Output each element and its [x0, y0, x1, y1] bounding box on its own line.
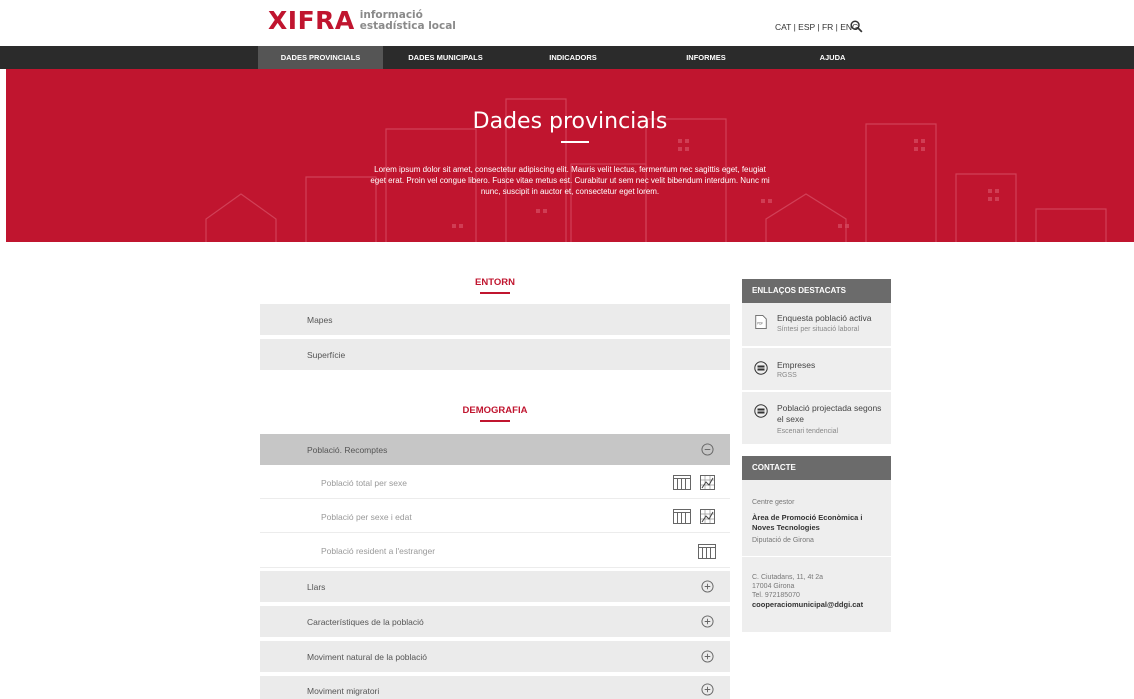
row-label: Mapes: [307, 315, 333, 325]
contact-email[interactable]: cooperaciomunicipal@ddgi.cat: [752, 600, 887, 610]
table-icon[interactable]: [698, 544, 716, 559]
lang-fr[interactable]: FR: [822, 22, 833, 32]
nav-ajuda[interactable]: AJUDA: [774, 46, 891, 69]
table-icon[interactable]: [673, 475, 691, 490]
row-moviment-natural[interactable]: Moviment natural de la població: [260, 641, 730, 672]
link-subtitle: Escenari tendencial: [777, 428, 839, 435]
table-icon[interactable]: [673, 509, 691, 524]
lang-cat[interactable]: CAT: [775, 22, 791, 32]
expand-icon[interactable]: [701, 580, 714, 593]
link-title: Enquesta població activa: [777, 313, 872, 323]
expand-icon[interactable]: [701, 683, 714, 696]
title-underline: [561, 141, 589, 143]
nav-informes[interactable]: INFORMES: [638, 46, 774, 69]
database-icon: [754, 404, 768, 418]
row-label: Població. Recomptes: [307, 445, 388, 455]
hero-banner: Dades provincials Lorem ipsum dolor sit …: [6, 69, 1134, 242]
row-caracteristiques-poblacio[interactable]: Característiques de la població: [260, 606, 730, 637]
page-title: Dades provincials: [472, 109, 668, 134]
section-title-entorn: ENTORN: [475, 277, 515, 288]
svg-text:PDF: PDF: [757, 322, 763, 326]
lang-esp[interactable]: ESP: [798, 22, 815, 32]
subrow-label: Població resident a l'estranger: [321, 546, 436, 556]
row-llars[interactable]: Llars: [260, 571, 730, 602]
chart-icon[interactable]: [700, 475, 715, 490]
row-mapes[interactable]: Mapes: [260, 304, 730, 335]
sidebar-link-poblacio-projectada[interactable]: Població projectada segons el sexe Escen…: [742, 392, 891, 445]
logo-word: XIFRA: [268, 6, 355, 35]
row-label: Superfície: [307, 350, 346, 360]
nav-indicadors[interactable]: INDICADORS: [508, 46, 638, 69]
sidebar-link-enquesta[interactable]: PDF Enquesta població activa Síntesi per…: [742, 303, 891, 347]
section-underline: [480, 292, 510, 294]
sidebar-contact-title: CONTACTE: [742, 456, 891, 480]
subrow-poblacio-resident-estranger[interactable]: Població resident a l'estranger: [260, 534, 730, 568]
expand-icon[interactable]: [701, 615, 714, 628]
link-subtitle: RGSS: [777, 372, 797, 379]
search-icon[interactable]: [850, 20, 863, 33]
row-label: Moviment natural de la població: [307, 652, 428, 662]
contact-parent: Diputació de Girona: [752, 537, 814, 544]
subrow-label: Població per sexe i edat: [321, 512, 412, 522]
link-subtitle: Síntesi per situació laboral: [777, 326, 860, 333]
section-underline: [480, 420, 510, 422]
main-nav: DADES PROVINCIALS DADES MUNICIPALS INDIC…: [0, 46, 1134, 69]
contact-address-2: 17004 Girona: [752, 583, 795, 590]
logo-sub-2: estadística local: [359, 20, 456, 32]
subrow-label: Població total per sexe: [321, 478, 407, 488]
collapse-icon[interactable]: [701, 443, 714, 456]
row-moviment-migratori[interactable]: Moviment migratori: [260, 676, 730, 699]
link-title: Població projectada segons el sexe: [777, 403, 882, 424]
logo-subtitle: informació estadística local: [360, 10, 456, 32]
nav-dades-provincials[interactable]: DADES PROVINCIALS: [258, 46, 383, 69]
row-label: Llars: [307, 582, 326, 592]
buildings-illustration: [205, 98, 1107, 242]
link-title: Empreses: [777, 360, 816, 370]
expand-icon[interactable]: [701, 650, 714, 663]
row-superficie[interactable]: Superfície: [260, 339, 730, 370]
language-switcher: CAT | ESP | FR | ENG: [775, 22, 859, 32]
logo[interactable]: XIFRA informació estadística local: [268, 8, 456, 34]
row-label: Moviment migratori: [307, 686, 380, 696]
row-label: Característiques de la població: [307, 617, 424, 627]
contact-address-1: C. Ciutadans, 11, 4t 2a: [752, 574, 824, 581]
nav-dades-municipals[interactable]: DADES MUNICIPALS: [383, 46, 508, 69]
top-header: XIFRA informació estadística local CAT |…: [0, 0, 1134, 46]
chart-icon[interactable]: [700, 509, 715, 524]
row-poblacio-recomptes[interactable]: Població. Recomptes: [260, 434, 730, 465]
contact-box: Centre gestor Àrea de Promoció Econòmica…: [742, 480, 891, 632]
sidebar-links-title: ENLLAÇOS DESTACATS: [742, 279, 891, 303]
divider: [742, 556, 891, 557]
sidebar-link-empreses[interactable]: Empreses RGSS: [742, 348, 891, 391]
pdf-icon: PDF: [755, 315, 767, 329]
contact-phone: Tel. 972185070: [752, 592, 800, 599]
contact-label: Centre gestor: [752, 499, 795, 506]
hero-description: Lorem ipsum dolor sit amet, consectetur …: [370, 165, 770, 196]
section-title-demografia: DEMOGRAFIA: [462, 405, 528, 416]
subrow-poblacio-sexe-edat[interactable]: Població per sexe i edat: [260, 500, 730, 533]
contact-org: Àrea de Promoció Econòmica i Noves Tecno…: [752, 513, 863, 532]
database-icon: [754, 361, 768, 375]
subrow-poblacio-total-sexe[interactable]: Població total per sexe: [260, 466, 730, 499]
